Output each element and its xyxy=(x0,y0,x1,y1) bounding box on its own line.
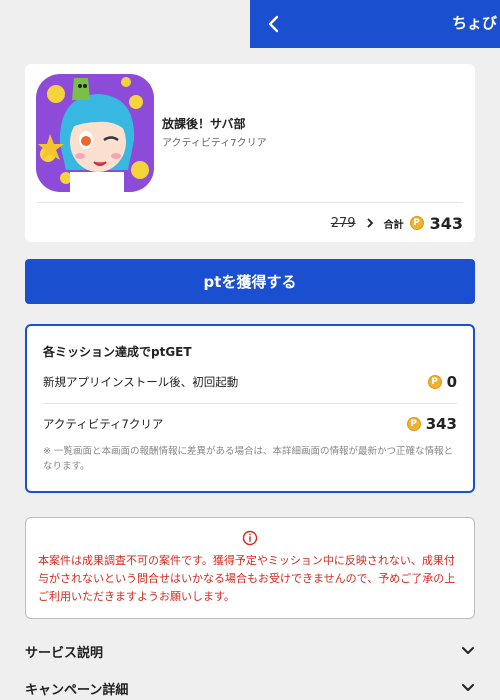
app-card: 放課後！サバ部 アクティビティ7クリア 279 合計 P 343 xyxy=(25,64,475,242)
total-points: 343 xyxy=(429,213,463,233)
warning-box: 本案件は成果調査不可の案件です。獲得予定やミッション中に反映されない、成果付与が… xyxy=(25,517,475,619)
chevron-down-icon xyxy=(462,684,474,691)
chevron-left-icon xyxy=(268,15,279,33)
accordion-label: キャンペーン詳細 xyxy=(25,682,129,698)
accordion-service-description[interactable]: サービス説明 xyxy=(25,639,475,663)
old-points: 279 xyxy=(330,215,356,231)
mission-label: 新規アプリインストール後、初回起動 xyxy=(43,375,239,389)
warning-text: 本案件は成果調査不可の案件です。獲得予定やミッション中に反映されない、成果付与が… xyxy=(38,554,456,603)
point-coin-icon: P xyxy=(406,417,421,431)
divider xyxy=(37,202,463,203)
missions-box: 各ミッション達成でptGET 新規アプリインストール後、初回起動 P 0 アクテ… xyxy=(25,324,475,493)
total-label: 合計 xyxy=(383,219,404,231)
accordion-label: サービス説明 xyxy=(25,645,104,661)
divider xyxy=(43,403,457,404)
mission-row: アクティビティ7クリア P 343 xyxy=(43,412,457,436)
back-button[interactable] xyxy=(250,0,298,48)
info-icon xyxy=(242,530,258,550)
mission-label: アクティビティ7クリア xyxy=(43,417,164,431)
price-row: 279 合計 P 343 xyxy=(331,212,463,234)
missions-heading: 各ミッション達成でptGET xyxy=(43,345,192,359)
point-coin-icon: P xyxy=(409,216,424,230)
chevron-down-icon xyxy=(462,647,474,654)
chevron-right-icon xyxy=(366,217,374,229)
missions-note: ※ 一覧画面と本画面の報酬情報に差異がある場合は、本詳細画面の情報が最新かつ正確… xyxy=(43,446,453,472)
get-points-button[interactable]: ptを獲得する xyxy=(25,259,475,304)
mission-points-value: 0 xyxy=(446,373,457,391)
app-icon xyxy=(36,74,154,192)
top-bar: ちょび xyxy=(250,0,500,48)
mission-points: P 343 xyxy=(406,415,457,433)
page-title: ちょび xyxy=(452,14,498,32)
app-name: 放課後！サバ部 xyxy=(162,117,246,131)
accordion-campaign-details[interactable]: キャンペーン詳細 xyxy=(25,676,475,700)
mission-points: P 0 xyxy=(427,373,457,391)
mission-points-value: 343 xyxy=(425,415,457,433)
mission-row: 新規アプリインストール後、初回起動 P 0 xyxy=(43,370,457,394)
app-subtitle: アクティビティ7クリア xyxy=(162,138,267,149)
point-coin-icon: P xyxy=(427,375,442,389)
